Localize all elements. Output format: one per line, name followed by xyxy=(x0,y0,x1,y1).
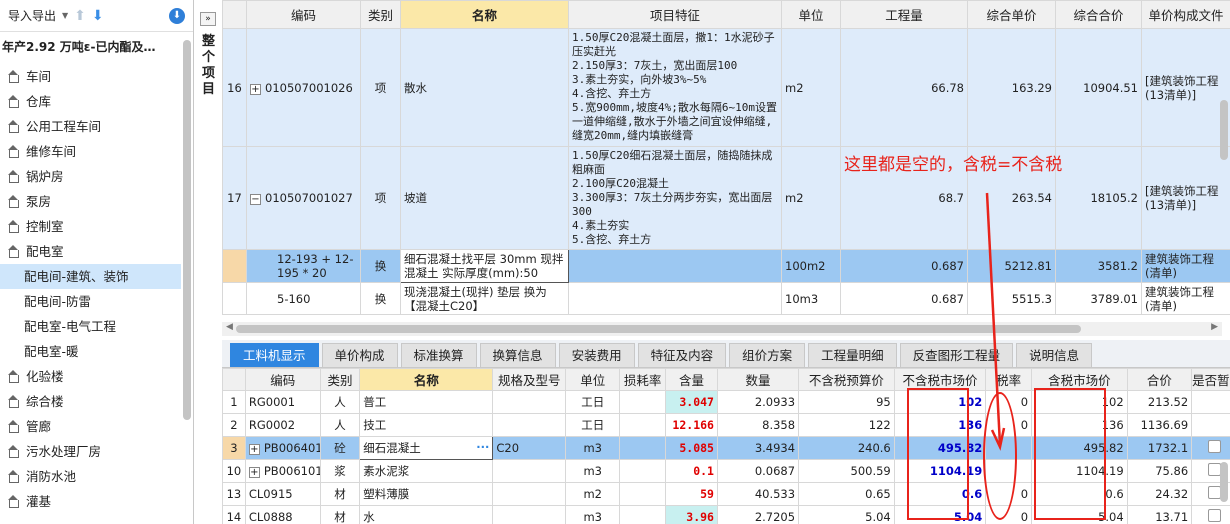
highlight-box-tax-inclusive-price xyxy=(1034,388,1106,520)
highlight-box-market-price xyxy=(907,388,969,520)
highlight-ellipse-tax-rate xyxy=(983,392,1017,520)
